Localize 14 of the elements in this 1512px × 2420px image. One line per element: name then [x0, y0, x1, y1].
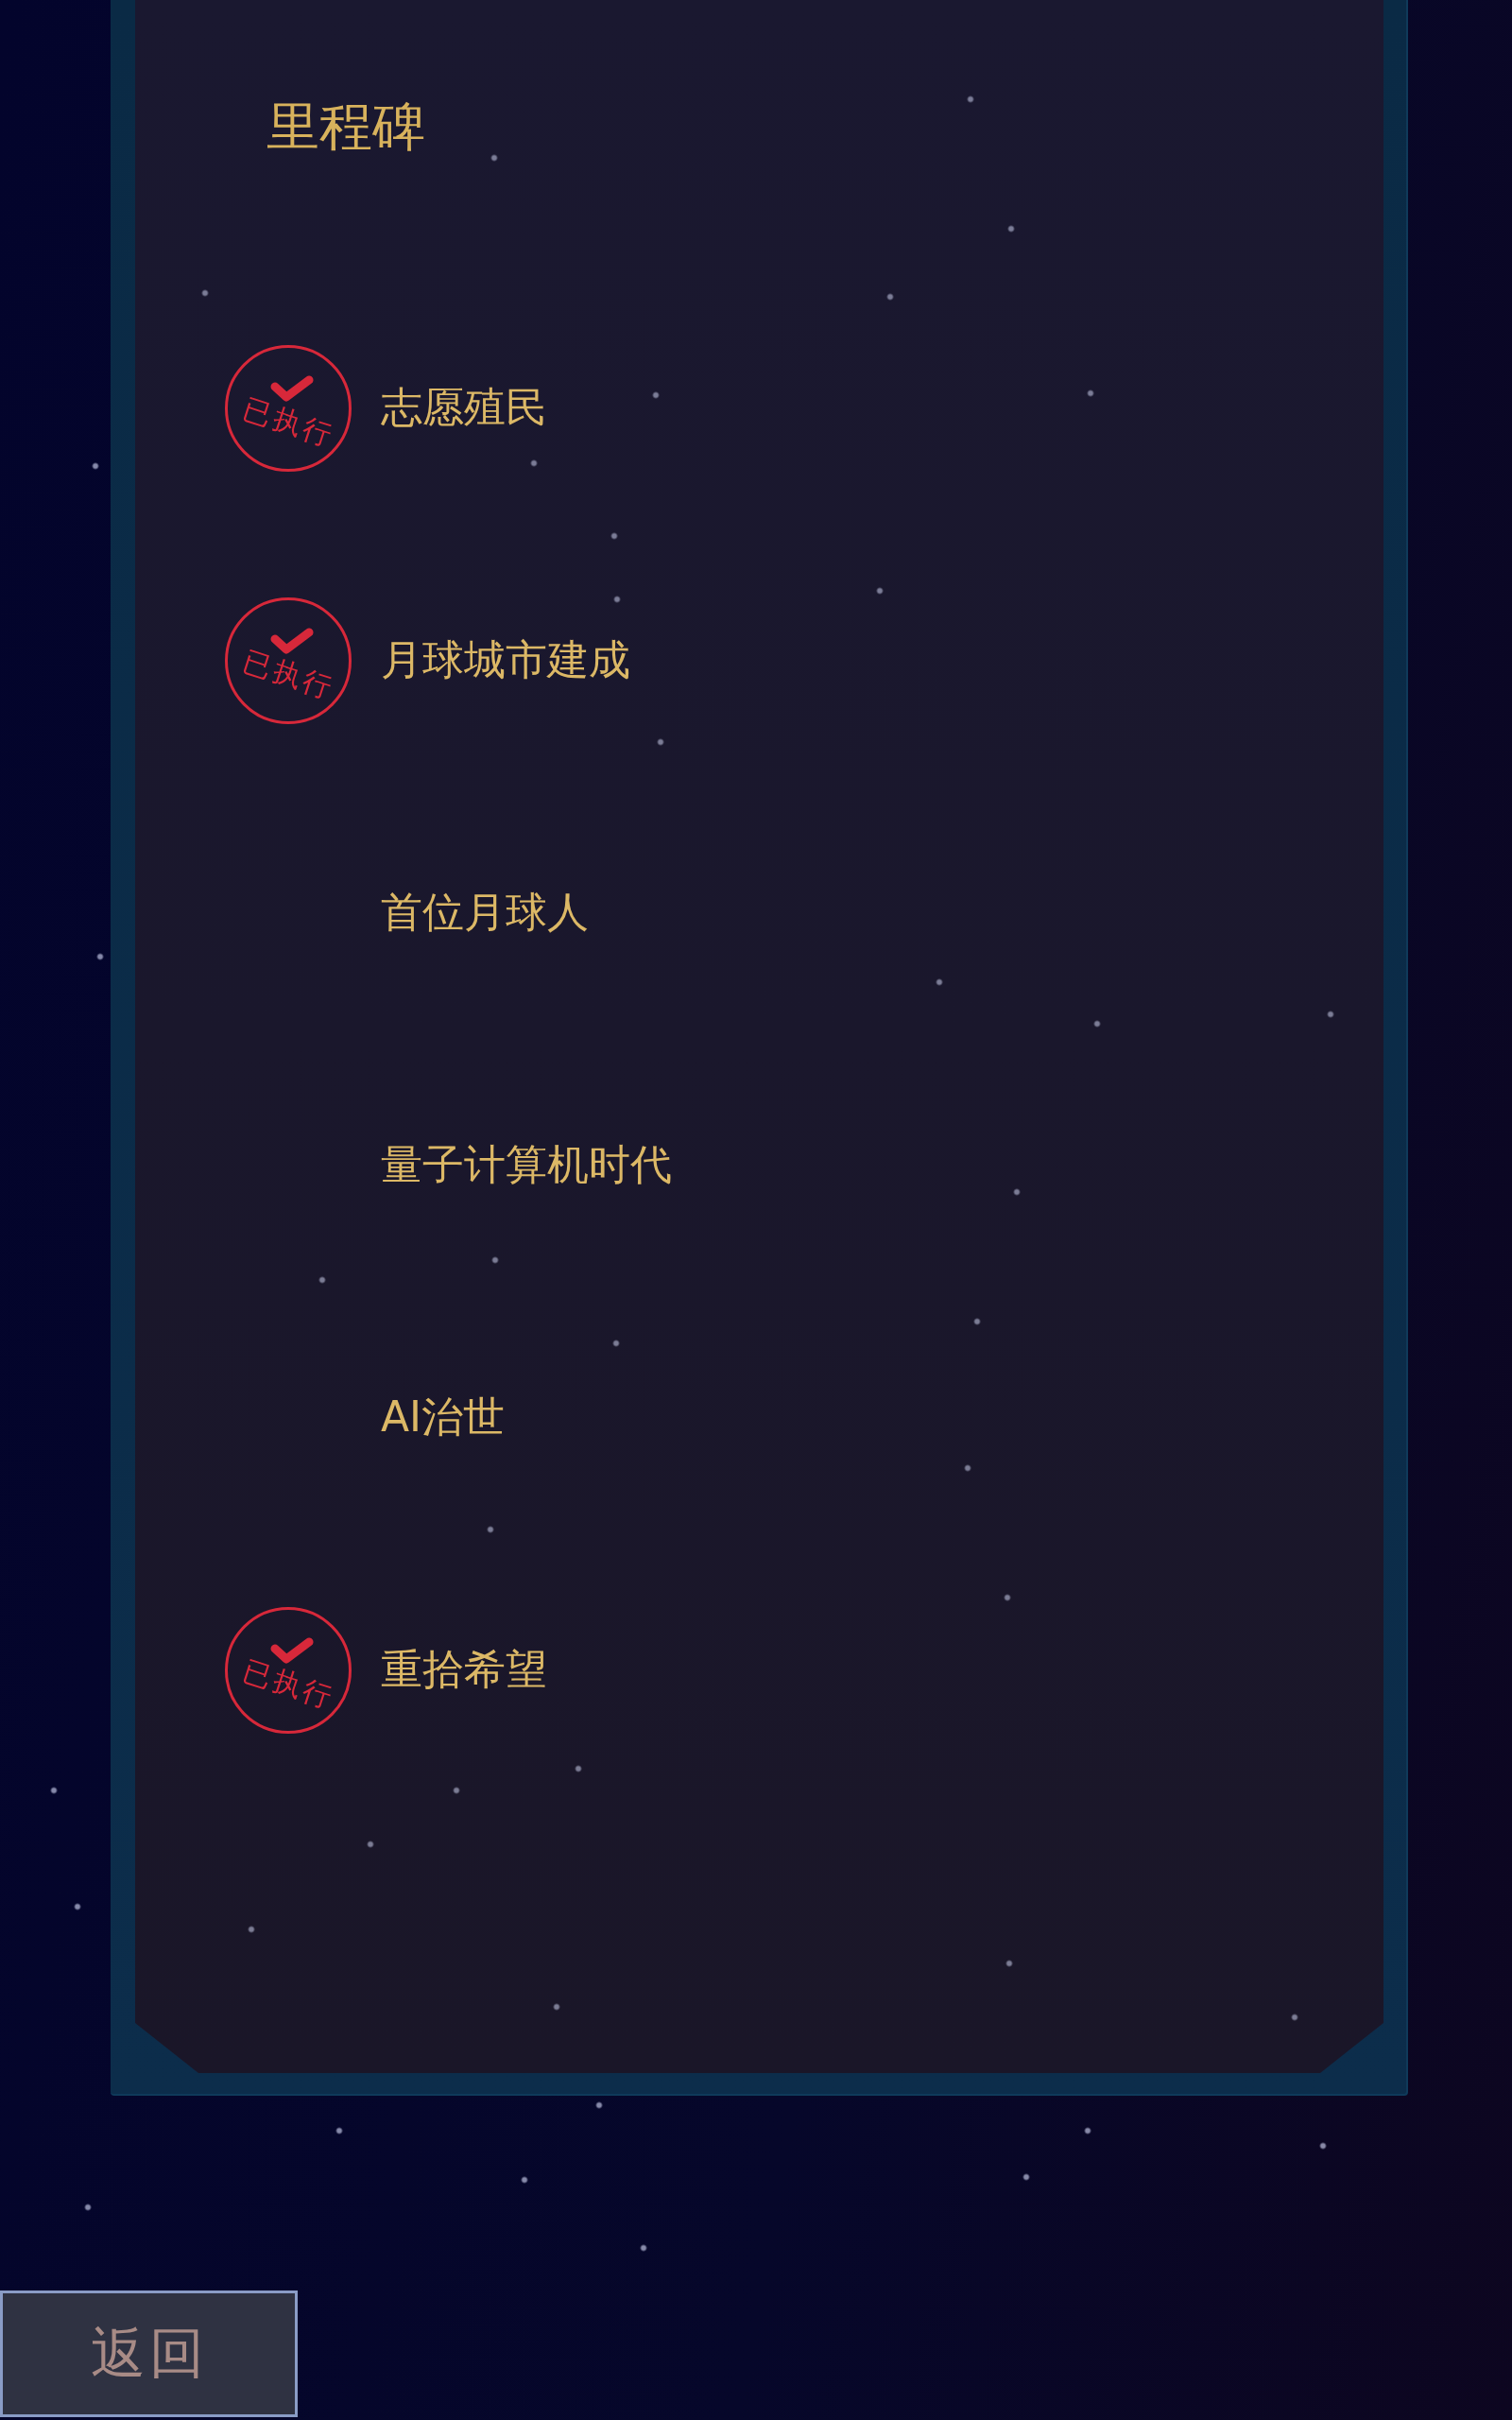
- milestone-title: 志愿殖民: [381, 383, 547, 433]
- milestone-title: AI治世: [381, 1392, 506, 1443]
- stamp-text: 已执行: [239, 646, 337, 703]
- stamp-text: 已执行: [239, 393, 337, 451]
- milestone-title: 首位月球人: [381, 888, 589, 938]
- panel-title: 里程碑: [266, 95, 425, 158]
- milestone-title: 量子计算机时代: [381, 1140, 672, 1190]
- check-icon: [270, 1635, 314, 1665]
- check-icon: [270, 626, 314, 655]
- back-button[interactable]: 返回: [0, 2290, 298, 2417]
- check-icon: [270, 373, 314, 403]
- milestone-title: 重拾希望: [381, 1645, 547, 1695]
- milestone-title: 月球城市建成: [381, 635, 630, 685]
- stamp-text: 已执行: [239, 1655, 337, 1713]
